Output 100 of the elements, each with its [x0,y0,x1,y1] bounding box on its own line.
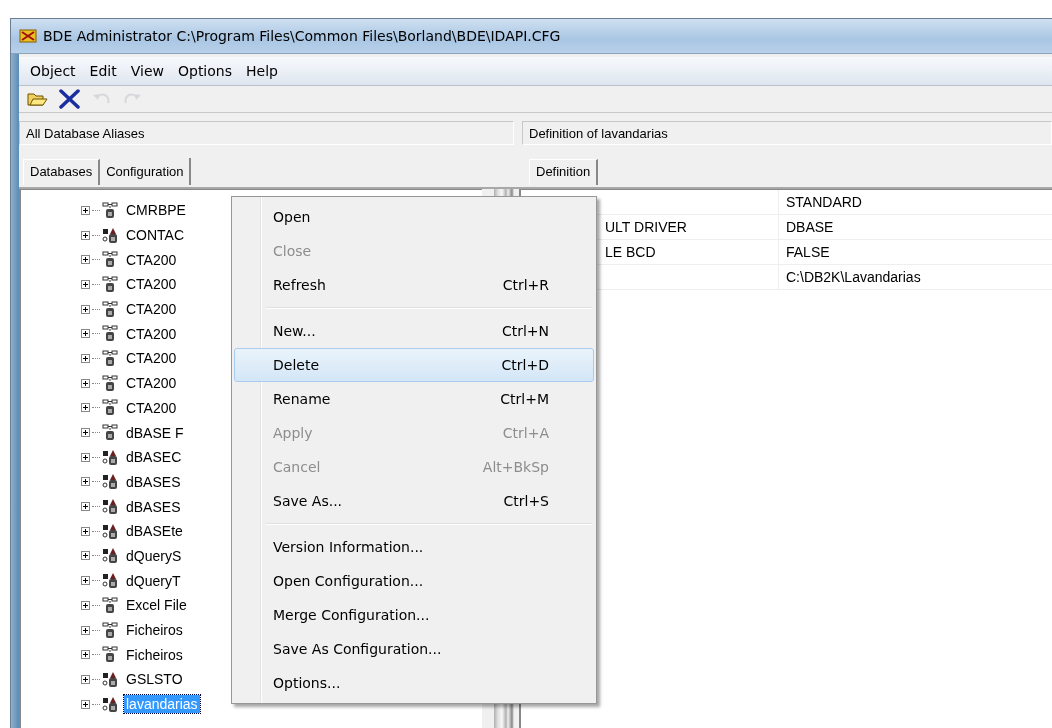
database-icon [102,300,118,318]
menu-item[interactable]: Rename Ctrl+M [234,382,594,416]
menu-item[interactable]: Version Information... [234,530,594,564]
plus-icon [81,279,90,289]
menu-item[interactable]: Edit [82,61,124,81]
panel-header: All Database Aliases [19,121,514,145]
menu-item[interactable]: Save As... Ctrl+S [234,484,594,518]
plus-icon [81,378,90,388]
tree-item[interactable]: CTA200 [124,324,179,343]
database-icon [102,621,118,639]
menu-item[interactable]: Object [23,61,83,81]
tree-item[interactable]: CTA200 [124,398,179,417]
menu-item[interactable]: View [123,61,171,81]
plus-icon [81,329,90,339]
database-server-icon [102,473,118,491]
expand-button[interactable] [81,353,90,363]
plus-icon [81,255,90,265]
plus-icon [81,452,90,462]
app-icon [19,28,37,44]
expand-button[interactable] [81,600,90,610]
plus-icon [81,625,90,635]
tree-item[interactable]: Ficheiros [124,645,185,664]
plus-icon [81,477,90,487]
parameter-name: ULT DRIVER [605,219,687,235]
tree-item[interactable]: dQueryS [124,546,184,565]
expand-button[interactable] [81,452,90,462]
plus-icon [81,502,90,512]
parameter-name: LE BCD [605,244,656,260]
plus-icon [81,403,90,413]
tree-item[interactable]: dBASE F [124,423,186,442]
expand-button[interactable] [81,576,90,586]
menu-item[interactable]: Delete Ctrl+D [234,348,594,382]
plus-icon [81,699,90,709]
tree-item[interactable]: dBASES [124,497,183,516]
database-server-icon [102,670,118,688]
tree-item[interactable]: Ficheiros [124,621,185,640]
tree-item[interactable]: CTA200 [124,349,179,368]
menu-item[interactable]: Help [239,61,285,81]
expand-button[interactable] [81,699,90,709]
tab[interactable]: Definition [529,159,599,185]
expand-button[interactable] [81,279,90,289]
plus-icon [81,353,90,363]
tree-item[interactable]: CTA200 [124,275,179,294]
expand-button[interactable] [81,625,90,635]
plus-icon [81,600,90,610]
database-server-icon [102,695,118,713]
database-icon [102,399,118,417]
database-icon [102,275,118,293]
menu-item[interactable]: Merge Configuration... [234,598,594,632]
tree-item[interactable]: CTA200 [124,300,179,319]
expand-button[interactable] [81,329,90,339]
expand-button[interactable] [81,650,90,660]
tab[interactable]: Configuration [100,158,192,185]
expand-button[interactable] [81,255,90,265]
database-icon [102,374,118,392]
expand-button[interactable] [81,378,90,388]
expand-button[interactable] [81,477,90,487]
tree-item[interactable]: GSLSTO [124,670,185,689]
tree-item[interactable]: Excel File [124,596,189,615]
database-server-icon [102,572,118,590]
menu-item[interactable]: Open Configuration... [234,564,594,598]
expand-button[interactable] [81,428,90,438]
menu-item[interactable]: New... Ctrl+N [234,314,594,348]
plus-icon [81,526,90,536]
plus-icon [81,230,90,240]
parameter-value: DBASE [786,219,834,235]
expand-button[interactable] [81,526,90,536]
expand-button[interactable] [81,230,90,240]
menu-item[interactable]: Open [234,200,594,234]
plus-icon [81,205,90,215]
menu-item[interactable]: Save As Configuration... [234,632,594,666]
tree-item[interactable]: CTA200 [124,374,179,393]
expand-button[interactable] [81,551,90,561]
menu-item[interactable]: Options [170,61,239,81]
database-server-icon [102,547,118,565]
tree-item[interactable]: CTA200 [124,250,179,269]
tree-item[interactable]: CONTAC [124,226,187,245]
tree-item[interactable]: CMRBPE [124,201,188,220]
tree-item[interactable]: dBASES [124,472,183,491]
database-server-icon [102,498,118,516]
database-icon [102,646,118,664]
tab[interactable]: Databases [23,159,101,185]
tree-item[interactable]: dBASEC [124,448,184,467]
expand-button[interactable] [81,403,90,413]
database-icon [102,201,118,219]
menu-item[interactable]: Refresh Ctrl+R [234,268,594,302]
expand-button[interactable] [81,304,90,314]
plus-icon [81,304,90,314]
database-server-icon [102,522,118,540]
plus-icon [81,674,90,684]
expand-button[interactable] [81,502,90,512]
database-server-icon [102,226,118,244]
tree-item[interactable]: dQueryT [124,571,183,590]
database-icon [102,349,118,367]
tree-item[interactable]: dBASEte [124,522,185,541]
database-icon [102,325,118,343]
parameter-value: STANDARD [786,194,862,210]
menu-item[interactable]: Options... [234,666,594,700]
expand-button[interactable] [81,674,90,684]
expand-button[interactable] [81,205,90,215]
